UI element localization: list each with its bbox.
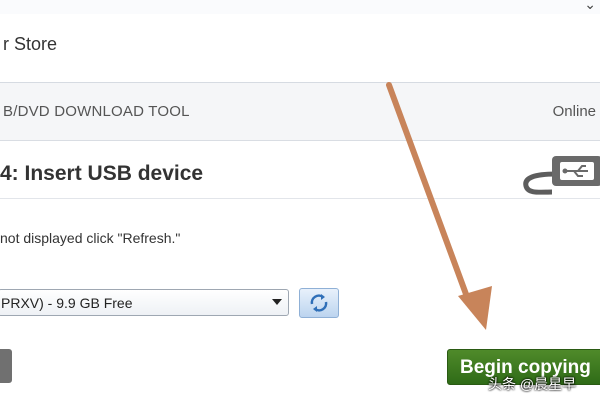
step-title: 4: Insert USB device	[0, 162, 204, 185]
selected-device: PRXV) - 9.9 GB Free	[1, 295, 133, 311]
refresh-hint: not displayed click "Refresh."	[0, 230, 181, 246]
chevron-down-icon	[272, 299, 282, 305]
store-title: r Store	[3, 34, 58, 54]
store-header	[0, 14, 600, 83]
refresh-button[interactable]	[299, 288, 339, 318]
online-link[interactable]: Online	[553, 103, 596, 120]
usb-icon	[523, 156, 600, 195]
window-top-border: ⌄	[0, 0, 600, 15]
usb-device-select[interactable]: PRXV) - 9.9 GB Free	[0, 289, 289, 316]
refresh-icon	[310, 294, 328, 312]
tool-title: B/DVD DOWNLOAD TOOL	[3, 103, 190, 120]
watermark: 头条 @晨星早	[488, 376, 577, 392]
close-icon[interactable]: ⌄	[584, 0, 596, 13]
back-button[interactable]	[0, 349, 12, 383]
